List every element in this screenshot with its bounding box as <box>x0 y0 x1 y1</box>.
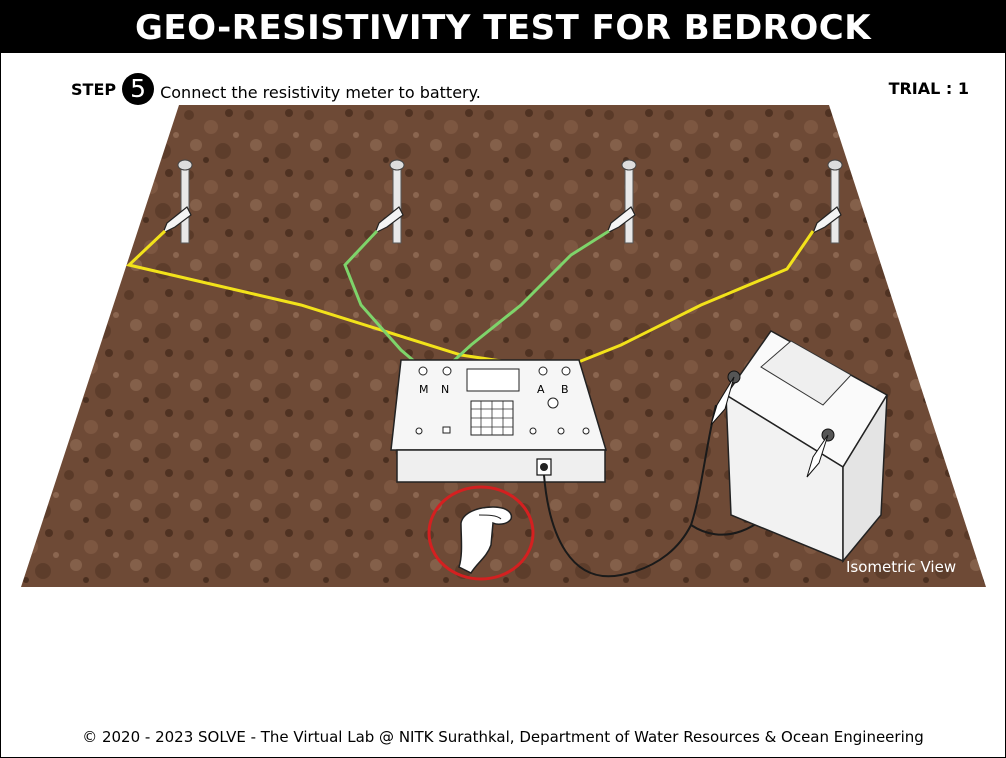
step-label: STEP <box>71 79 117 99</box>
step-number-badge: 5 <box>122 73 155 105</box>
resistivity-meter-icon[interactable] <box>390 359 608 483</box>
terminal-a-label: A <box>537 383 545 396</box>
step-instruction: Connect the resistivity meter to battery… <box>160 82 481 102</box>
page-title: GEO-RESISTIVITY TEST FOR BEDROCK <box>1 1 1005 53</box>
app-window: GEO-RESISTIVITY TEST FOR BEDROCK STEP 5 … <box>0 0 1006 758</box>
terminal-n-label: N <box>441 383 449 396</box>
trial-counter: TRIAL : 1 <box>888 79 969 98</box>
terminal-b-label: B <box>561 383 569 396</box>
step-indicator: STEP 5 Connect the resistivity meter to … <box>71 73 481 105</box>
terminal-m-label: M <box>419 383 429 396</box>
view-label: Isometric View <box>846 558 957 576</box>
experiment-scene: M N A B <box>21 105 986 587</box>
meter-power-plug-icon[interactable] <box>536 458 552 476</box>
footer-copyright: © 2020 - 2023 SOLVE - The Virtual Lab @ … <box>82 728 924 746</box>
